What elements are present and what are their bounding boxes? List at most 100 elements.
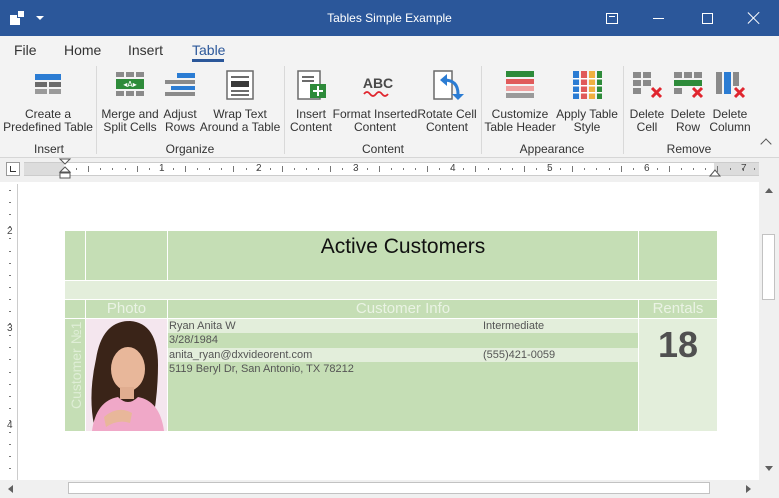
ruler-tick [669,166,670,172]
delete-cell-button[interactable]: Delete Cell [626,66,668,134]
delete-column-icon [713,68,747,102]
ruler-tick [9,419,11,421]
horizontal-ruler-area: 1 2 3 4 5 6 7 [0,158,779,182]
ruler-tick [608,168,610,170]
horizontal-scroll-thumb[interactable] [68,482,710,494]
ruler-tick [9,274,11,276]
ruler-tick [9,190,11,191]
delete-column-button[interactable]: Delete Column [708,66,752,134]
scroll-right-icon[interactable] [746,485,751,493]
customer-address: 5119 Beryl Dr, San Antonio, TX 78212 [169,363,354,375]
rotate-cell-content-button[interactable]: Rotate Cell Content [417,66,477,134]
predefined-table-icon [31,68,65,102]
delete-row-button[interactable]: Delete Row [668,66,708,134]
ruler-tick [632,168,634,170]
wrap-text-icon [223,68,257,102]
ruler-tick [729,168,731,170]
apply-table-style-button[interactable]: Apply Table Style [555,66,619,134]
indent-marker-icon[interactable] [58,158,72,182]
ruler-tick [160,168,162,170]
ribbon: Create a Predefined Table ◂A▸ Merge and Sp… [0,62,779,158]
ruler-tick [511,168,513,170]
customer-table[interactable]: Active Customers Photo Customer Info Ren… [65,231,717,431]
ruler-tick [112,168,114,170]
close-icon [747,11,761,25]
ruler-tick [136,166,138,172]
customize-table-header-button[interactable]: Customize Table Header [484,66,556,134]
merge-split-cells-button[interactable]: ◂A▸ Merge and Split Cells [100,66,160,134]
vertical-ruler: 2 3 4 [4,184,18,480]
ruler-tick [656,168,658,170]
tab-home[interactable]: Home [64,42,101,58]
format-inserted-content-button[interactable]: ABC Format Inserted Content [333,66,418,134]
delete-row-icon [671,68,705,102]
ruler-number: 2 [7,226,13,237]
title-bar: Tables Simple Example [0,0,779,36]
maximize-button[interactable] [684,0,730,36]
ruler-tick [572,166,574,172]
customer-photo [86,319,167,431]
customer-name: Ryan Anita W [169,320,236,332]
ruler-tick [185,166,186,172]
ruler-tick [172,168,174,170]
right-indent-marker-icon[interactable] [708,166,722,178]
table-title: Active Customers [168,231,638,280]
wrap-text-button[interactable]: Wrap Text Around a Table [200,66,280,134]
ruler-tick [306,168,307,170]
vertical-scrollbar[interactable] [759,182,779,480]
group-separator [623,66,624,154]
ruler-tick [9,298,11,300]
ruler-tick [705,168,707,170]
delete-cell-icon [630,68,664,102]
ruler-tick [548,168,549,170]
ruler-tick [681,168,683,170]
button-label: Delete Row [670,107,706,134]
minimize-button[interactable] [635,0,681,36]
scroll-up-icon[interactable] [765,188,773,193]
ruler-tick [9,214,11,216]
ruler-tick [9,432,11,433]
group-label-remove: Remove [666,142,712,156]
tab-stop-selector[interactable] [6,162,20,176]
ruler-tick [535,168,537,170]
table-spacer-row [65,281,717,299]
group-label-content: Content [361,142,405,156]
ribbon-display-options-button[interactable] [589,0,635,36]
insert-content-button[interactable]: Insert Content [288,66,334,134]
ruler-tick [439,168,441,170]
apply-table-style-icon [570,68,604,102]
customer-phone: (555)421-0059 [483,349,556,361]
ruler-tick [427,166,428,172]
ruler-tick [100,168,102,170]
tab-file[interactable]: File [14,42,37,58]
group-separator [96,66,97,154]
ruler-tick [9,347,11,349]
ruler-tick [257,168,259,170]
ruler-tick [451,168,453,170]
button-label: Wrap Text Around a Table [199,107,281,134]
horizontal-scrollbar[interactable] [0,480,779,498]
create-predefined-table-button[interactable]: Create a Predefined Table [3,66,93,134]
vertical-scroll-thumb[interactable] [762,234,775,300]
ruler-tick [209,168,211,170]
scroll-down-icon[interactable] [765,466,773,471]
ruler-tick [596,168,598,170]
button-label: Merge and Split Cells [101,107,159,134]
ruler-tick [9,262,11,264]
adjust-rows-button[interactable]: Adjust Rows [160,66,200,134]
ruler-tick [475,166,477,172]
ruler-tick [390,168,392,170]
customer-info-cell: Ryan Anita W Intermediate 3/28/1984 anit… [168,319,638,431]
tab-insert[interactable]: Insert [128,42,163,58]
ruler-tick [293,168,295,170]
merge-split-cells-icon: ◂A▸ [113,68,147,102]
horizontal-ruler[interactable]: 1 2 3 4 5 6 7 [24,162,759,176]
scroll-left-icon[interactable] [8,485,13,493]
ruler-tick [76,168,78,170]
tab-table[interactable]: Table [192,42,225,58]
ruler-tick [9,226,11,228]
button-label: Customize Table Header [484,107,556,134]
table-cell [86,231,167,280]
group-separator [284,66,285,154]
close-button[interactable] [731,0,777,36]
